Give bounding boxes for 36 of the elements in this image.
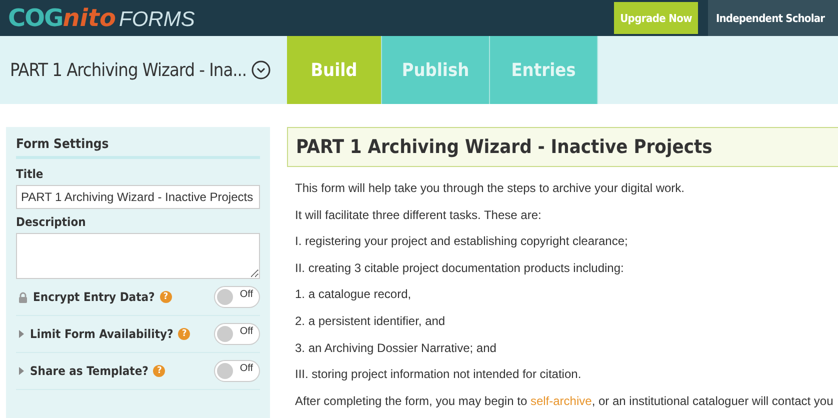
- paragraph: 2. a persistent identifier, and: [295, 314, 446, 330]
- toggle-switch[interactable]: Off: [214, 360, 260, 382]
- paragraph: After completing the form, you may begin to self-archive, or an institutional cataloguer will contact you: [295, 394, 834, 410]
- tab[interactable]: Entries: [490, 36, 598, 104]
- help-icon[interactable]: ?: [160, 291, 172, 303]
- paragraph: I. registering your project and establishing copyright clearance;: [295, 234, 629, 250]
- paragraph: 3. an Archiving Dossier Narrative; and: [295, 340, 498, 356]
- tab[interactable]: Publish: [382, 36, 490, 104]
- lock-icon: [18, 292, 28, 302]
- field-label: Description: [16, 215, 87, 229]
- expand-arrow-icon[interactable]: [18, 329, 25, 339]
- expand-arrow-icon[interactable]: [18, 366, 25, 376]
- field-label: Title: [16, 167, 44, 181]
- description-field[interactable]: [16, 233, 260, 279]
- paragraph: 1. a catalogue record,: [295, 287, 412, 303]
- panel-heading: Form Settings: [16, 137, 260, 159]
- form-heading: PART 1 Archiving Wizard - Inactive Projects: [287, 127, 838, 167]
- paragraph: III. storing project information not intended for citation.: [295, 367, 582, 383]
- logo[interactable]: COGnitoFORMS: [0, 4, 195, 32]
- setting-label: Limit Form Availability?: [30, 327, 174, 341]
- form-title: PART 1 Archiving Wizard - Ina...: [10, 60, 247, 80]
- link[interactable]: self-archive: [530, 394, 592, 408]
- toggle-switch[interactable]: Off: [214, 323, 260, 345]
- upgrade-button[interactable]: Upgrade Now: [614, 2, 698, 34]
- paragraph: This form will help take you through the steps to archive your digital work.: [295, 181, 686, 197]
- help-icon[interactable]: ?: [153, 365, 166, 377]
- toggle-switch[interactable]: Off: [214, 286, 260, 308]
- paragraph: II. creating 3 citable project documentation products including:: [295, 260, 625, 276]
- paragraph: It will facilitate three different tasks. These are:: [295, 208, 542, 224]
- account-menu[interactable]: Independent Scholar: [708, 0, 838, 36]
- tab[interactable]: Build: [287, 36, 382, 104]
- title-field[interactable]: PART 1 Archiving Wizard - Inactive Projects: [16, 185, 260, 209]
- setting-label: Encrypt Entry Data?: [33, 290, 155, 304]
- dropdown-icon[interactable]: [251, 60, 271, 80]
- help-icon[interactable]: ?: [178, 328, 190, 340]
- setting-label: Share as Template?: [30, 364, 148, 378]
